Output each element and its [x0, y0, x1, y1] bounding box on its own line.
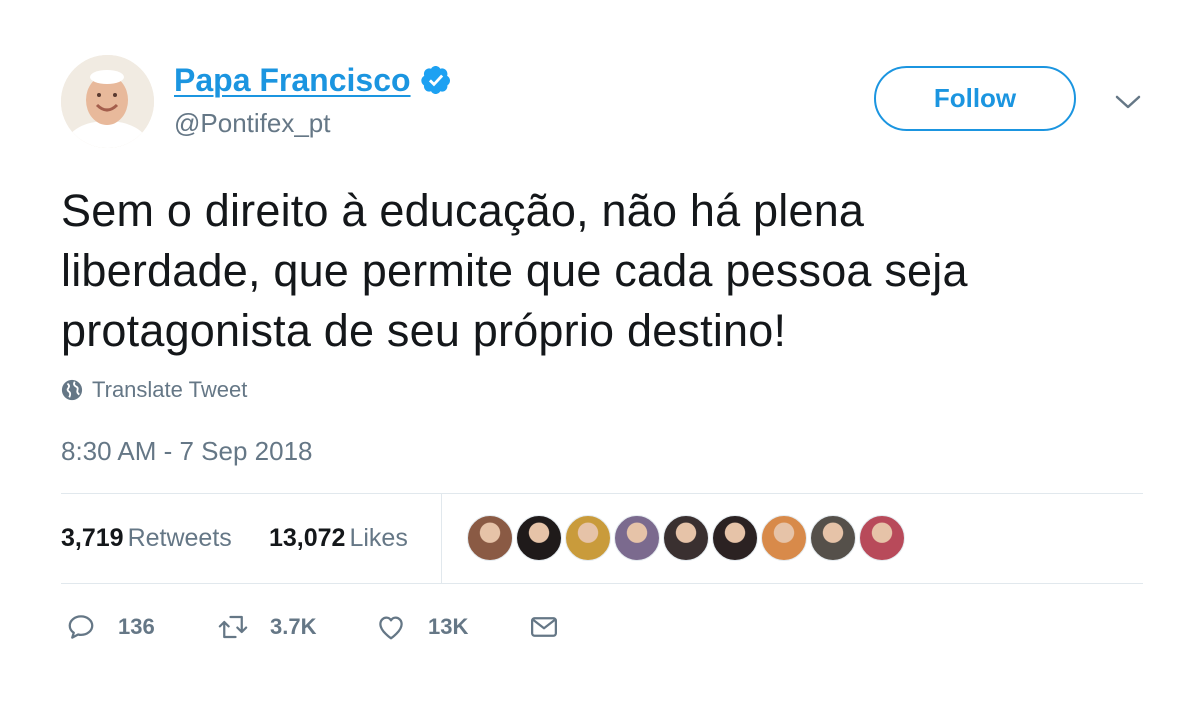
tweet-card: Papa Francisco @Pontifex_pt Follow Sem o… — [0, 0, 1200, 713]
retweet-count: 3.7K — [270, 614, 317, 639]
liker-avatar[interactable] — [614, 515, 660, 561]
retweets-label: Retweets — [127, 524, 232, 552]
heart-icon — [379, 616, 403, 640]
reply-count: 136 — [118, 614, 155, 639]
tweet-text: Sem o direito à educação, não há plena l… — [61, 185, 968, 356]
reply-button[interactable]: 136 — [66, 612, 155, 642]
liker-avatar[interactable] — [467, 515, 513, 561]
follow-button[interactable]: Follow — [874, 66, 1076, 131]
verified-badge-icon — [420, 66, 450, 94]
liker-avatar[interactable] — [859, 515, 905, 561]
likes-stat[interactable]: 13,072 Likes — [269, 524, 408, 553]
retweet-icon — [218, 615, 248, 639]
name-row: Papa Francisco — [174, 60, 452, 100]
divider-top — [61, 493, 1143, 494]
pope-portrait-avatar-icon — [61, 55, 154, 148]
retweet-button[interactable]: 3.7K — [218, 612, 316, 642]
tweet-timestamp[interactable]: 8:30 AM - 7 Sep 2018 — [61, 436, 313, 467]
liker-avatar[interactable] — [761, 515, 807, 561]
avatar[interactable] — [61, 55, 154, 148]
globe-icon — [61, 379, 83, 401]
display-name[interactable]: Papa Francisco — [174, 60, 411, 100]
envelope-icon — [531, 617, 557, 637]
retweets-stat[interactable]: 3,719 Retweets — [61, 524, 232, 553]
direct-message-button[interactable] — [529, 612, 559, 642]
likes-label: Likes — [349, 524, 408, 552]
translate-label: Translate Tweet — [92, 377, 248, 402]
like-button[interactable]: 13K — [376, 612, 468, 642]
retweets-count: 3,719 — [61, 524, 124, 552]
like-count: 13K — [428, 614, 469, 639]
divider-bottom — [61, 583, 1143, 584]
likers-avatar-row — [467, 515, 908, 561]
stats-vertical-divider — [441, 494, 442, 583]
translate-tweet-link[interactable]: Translate Tweet — [61, 377, 247, 403]
liker-avatar[interactable] — [712, 515, 758, 561]
liker-avatar[interactable] — [516, 515, 562, 561]
liker-avatar[interactable] — [663, 515, 709, 561]
handle[interactable]: @Pontifex_pt — [174, 108, 330, 138]
likes-count: 13,072 — [269, 524, 346, 552]
liker-avatar[interactable] — [565, 515, 611, 561]
chevron-down-icon[interactable] — [1114, 90, 1142, 114]
reply-icon — [68, 615, 94, 639]
liker-avatar[interactable] — [810, 515, 856, 561]
